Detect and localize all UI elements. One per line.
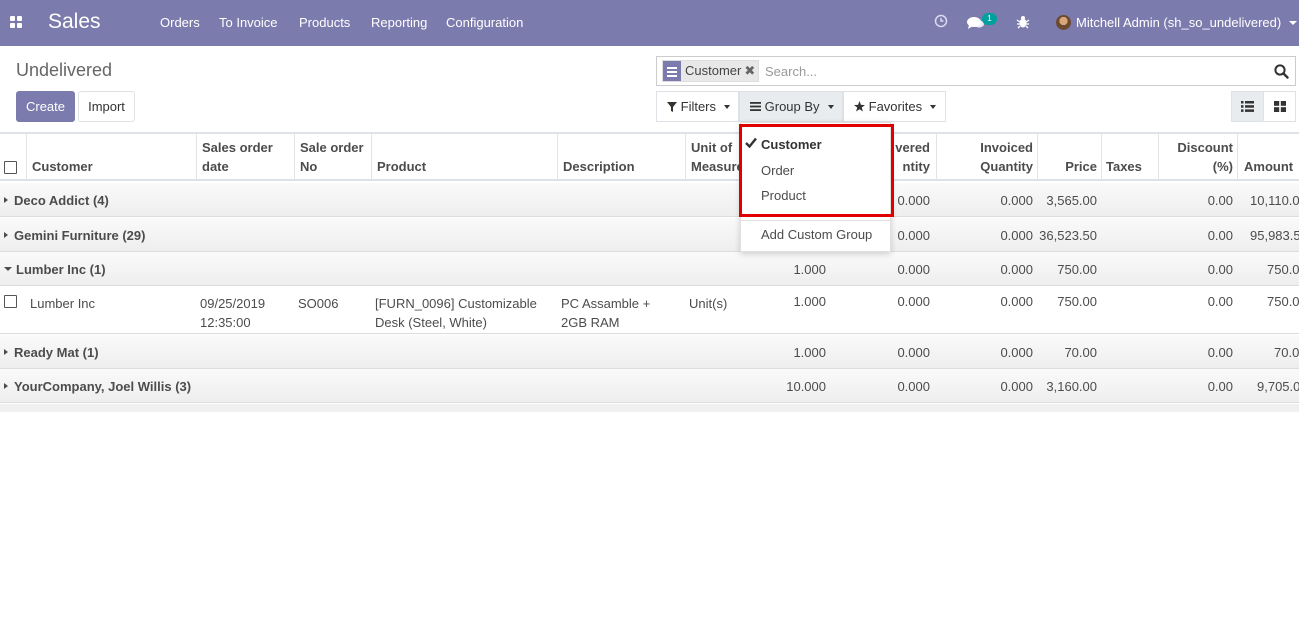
column-header-price[interactable]: Price bbox=[1037, 134, 1101, 179]
user-menu[interactable]: Mitchell Admin (sh_so_undelivered) bbox=[1076, 15, 1281, 30]
menu-orders[interactable]: Orders bbox=[160, 15, 200, 30]
facet-remove-icon[interactable]: ✖ bbox=[744, 61, 758, 81]
table-row[interactable]: Lumber Inc 09/25/2019 12:35:00 SO006 [FUR… bbox=[0, 287, 1299, 334]
group-by-dropdown-menu: Customer Order Product Add Custom Group bbox=[740, 122, 891, 252]
group-by-option-customer[interactable]: Customer bbox=[761, 137, 822, 152]
facet-label: Customer bbox=[685, 63, 742, 78]
menu-products[interactable]: Products bbox=[299, 15, 350, 30]
cell-invoiced-quantity: 0.000 bbox=[1000, 294, 1033, 309]
import-button[interactable]: Import bbox=[78, 91, 135, 122]
group-collapsed-caret-icon bbox=[4, 232, 8, 238]
group-collapsed-caret-icon bbox=[4, 349, 8, 355]
top-navbar: Sales Orders To Invoice Products Reporti… bbox=[0, 0, 1299, 46]
column-header-product[interactable]: Product bbox=[371, 134, 557, 179]
apps-grid-icon[interactable] bbox=[10, 16, 23, 29]
column-header-taxes[interactable]: Taxes bbox=[1101, 134, 1158, 179]
group-by-dropdown-button[interactable]: Group By bbox=[739, 91, 843, 122]
kanban-view-icon bbox=[1274, 101, 1286, 112]
menu-configuration[interactable]: Configuration bbox=[446, 15, 523, 30]
kanban-view-button[interactable] bbox=[1263, 91, 1296, 122]
column-header-unit-of-measure[interactable]: Unit of Measure bbox=[685, 134, 740, 179]
activity-clock-icon[interactable] bbox=[934, 14, 948, 28]
column-header-amount[interactable]: Amount bbox=[1237, 134, 1299, 179]
favorites-dropdown-button[interactable]: Favorites bbox=[843, 91, 946, 122]
cell-ordered-quantity: 1.000 bbox=[793, 294, 826, 309]
group-row-deco-addict[interactable]: Deco Addict (4) 0.000 0.000 3,565.00 0.0… bbox=[0, 183, 1299, 217]
cell-unit-of-measure: Unit(s) bbox=[689, 296, 728, 311]
column-header-discount[interactable]: Discount (%) bbox=[1158, 134, 1237, 179]
column-header-sale-order-no[interactable]: Sale order No bbox=[294, 134, 371, 179]
cell-description: PC Assamble +2GB RAM bbox=[561, 296, 651, 330]
group-by-option-order[interactable]: Order bbox=[761, 163, 794, 178]
column-header-delivered-quantity[interactable]: vered ntity bbox=[890, 134, 936, 179]
search-bar: Customer ✖ bbox=[656, 56, 1296, 86]
column-header-invoiced-quantity[interactable]: Invoiced Quantity bbox=[936, 134, 1037, 179]
create-button[interactable]: Create bbox=[16, 91, 75, 122]
user-menu-caret-icon[interactable] bbox=[1289, 21, 1297, 25]
filters-label: Filters bbox=[680, 99, 717, 114]
app-title: Sales bbox=[48, 10, 101, 33]
list-view-icon bbox=[1241, 101, 1254, 112]
row-select-checkbox[interactable] bbox=[4, 295, 17, 308]
add-custom-group-option[interactable]: Add Custom Group bbox=[761, 227, 872, 242]
group-row-yourcompany-joel-willis[interactable]: YourCompany, Joel Willis (3) 10.000 0.00… bbox=[0, 369, 1299, 403]
select-all-checkbox[interactable] bbox=[4, 161, 17, 174]
dropdown-divider bbox=[741, 220, 890, 221]
search-icon[interactable] bbox=[1274, 64, 1289, 79]
cell-sale-order-no: SO006 bbox=[298, 296, 339, 311]
chat-counter-badge: 1 bbox=[982, 13, 997, 25]
filter-funnel-icon bbox=[667, 102, 677, 112]
menu-reporting[interactable]: Reporting bbox=[371, 15, 427, 30]
filters-dropdown-button[interactable]: Filters bbox=[656, 91, 739, 122]
cell-amount: 750.0 bbox=[1267, 294, 1299, 309]
cell-product: [FURN_0096] Customizable Desk (Steel, Whi… bbox=[375, 296, 537, 330]
menu-to-invoice[interactable]: To Invoice bbox=[219, 15, 278, 30]
group-collapsed-caret-icon bbox=[4, 383, 8, 389]
user-avatar[interactable] bbox=[1056, 15, 1071, 30]
table-header: Customer Sales order date Sale order No Pr… bbox=[0, 132, 1299, 181]
cell-price: 750.00 bbox=[1057, 294, 1097, 309]
order-lines-table: Customer Sales order date Sale order No Pr… bbox=[0, 132, 1299, 412]
group-row-gemini-furniture[interactable]: Gemini Furniture (29) 0.000 0.000 36,523… bbox=[0, 218, 1299, 252]
group-row-ready-mat[interactable]: Ready Mat (1) 1.000 0.000 0.000 70.00 0.… bbox=[0, 335, 1299, 369]
debug-bug-icon[interactable] bbox=[1016, 15, 1030, 29]
search-facet-customer: Customer ✖ bbox=[662, 60, 760, 82]
column-header-customer[interactable]: Customer bbox=[26, 134, 196, 179]
column-header-sales-order-date[interactable]: Sales order date bbox=[196, 134, 294, 179]
star-icon bbox=[854, 101, 865, 112]
group-by-option-product[interactable]: Product bbox=[761, 188, 806, 203]
search-input[interactable] bbox=[763, 61, 1253, 81]
favorites-label: Favorites bbox=[868, 99, 923, 114]
group-expanded-caret-icon bbox=[4, 267, 12, 271]
cell-customer: Lumber Inc bbox=[30, 296, 96, 311]
group-by-label: Group By bbox=[764, 99, 820, 114]
cell-discount: 0.00 bbox=[1207, 294, 1233, 309]
group-by-bars-icon bbox=[750, 102, 761, 111]
list-view-button[interactable] bbox=[1231, 91, 1264, 122]
page-title: Undelivered bbox=[16, 60, 113, 80]
table-footer bbox=[0, 404, 1299, 412]
group-by-facet-icon bbox=[663, 61, 681, 81]
column-header-description[interactable]: Description bbox=[557, 134, 685, 179]
checkmark-icon bbox=[745, 137, 757, 148]
group-row-lumber-inc[interactable]: Lumber Inc (1) 1.000 0.000 0.000 750.00 … bbox=[0, 252, 1299, 286]
cell-sales-order-date: 09/25/2019 12:35:00 bbox=[200, 296, 266, 330]
cell-delivered-quantity: 0.000 bbox=[897, 294, 930, 309]
group-collapsed-caret-icon bbox=[4, 197, 8, 203]
